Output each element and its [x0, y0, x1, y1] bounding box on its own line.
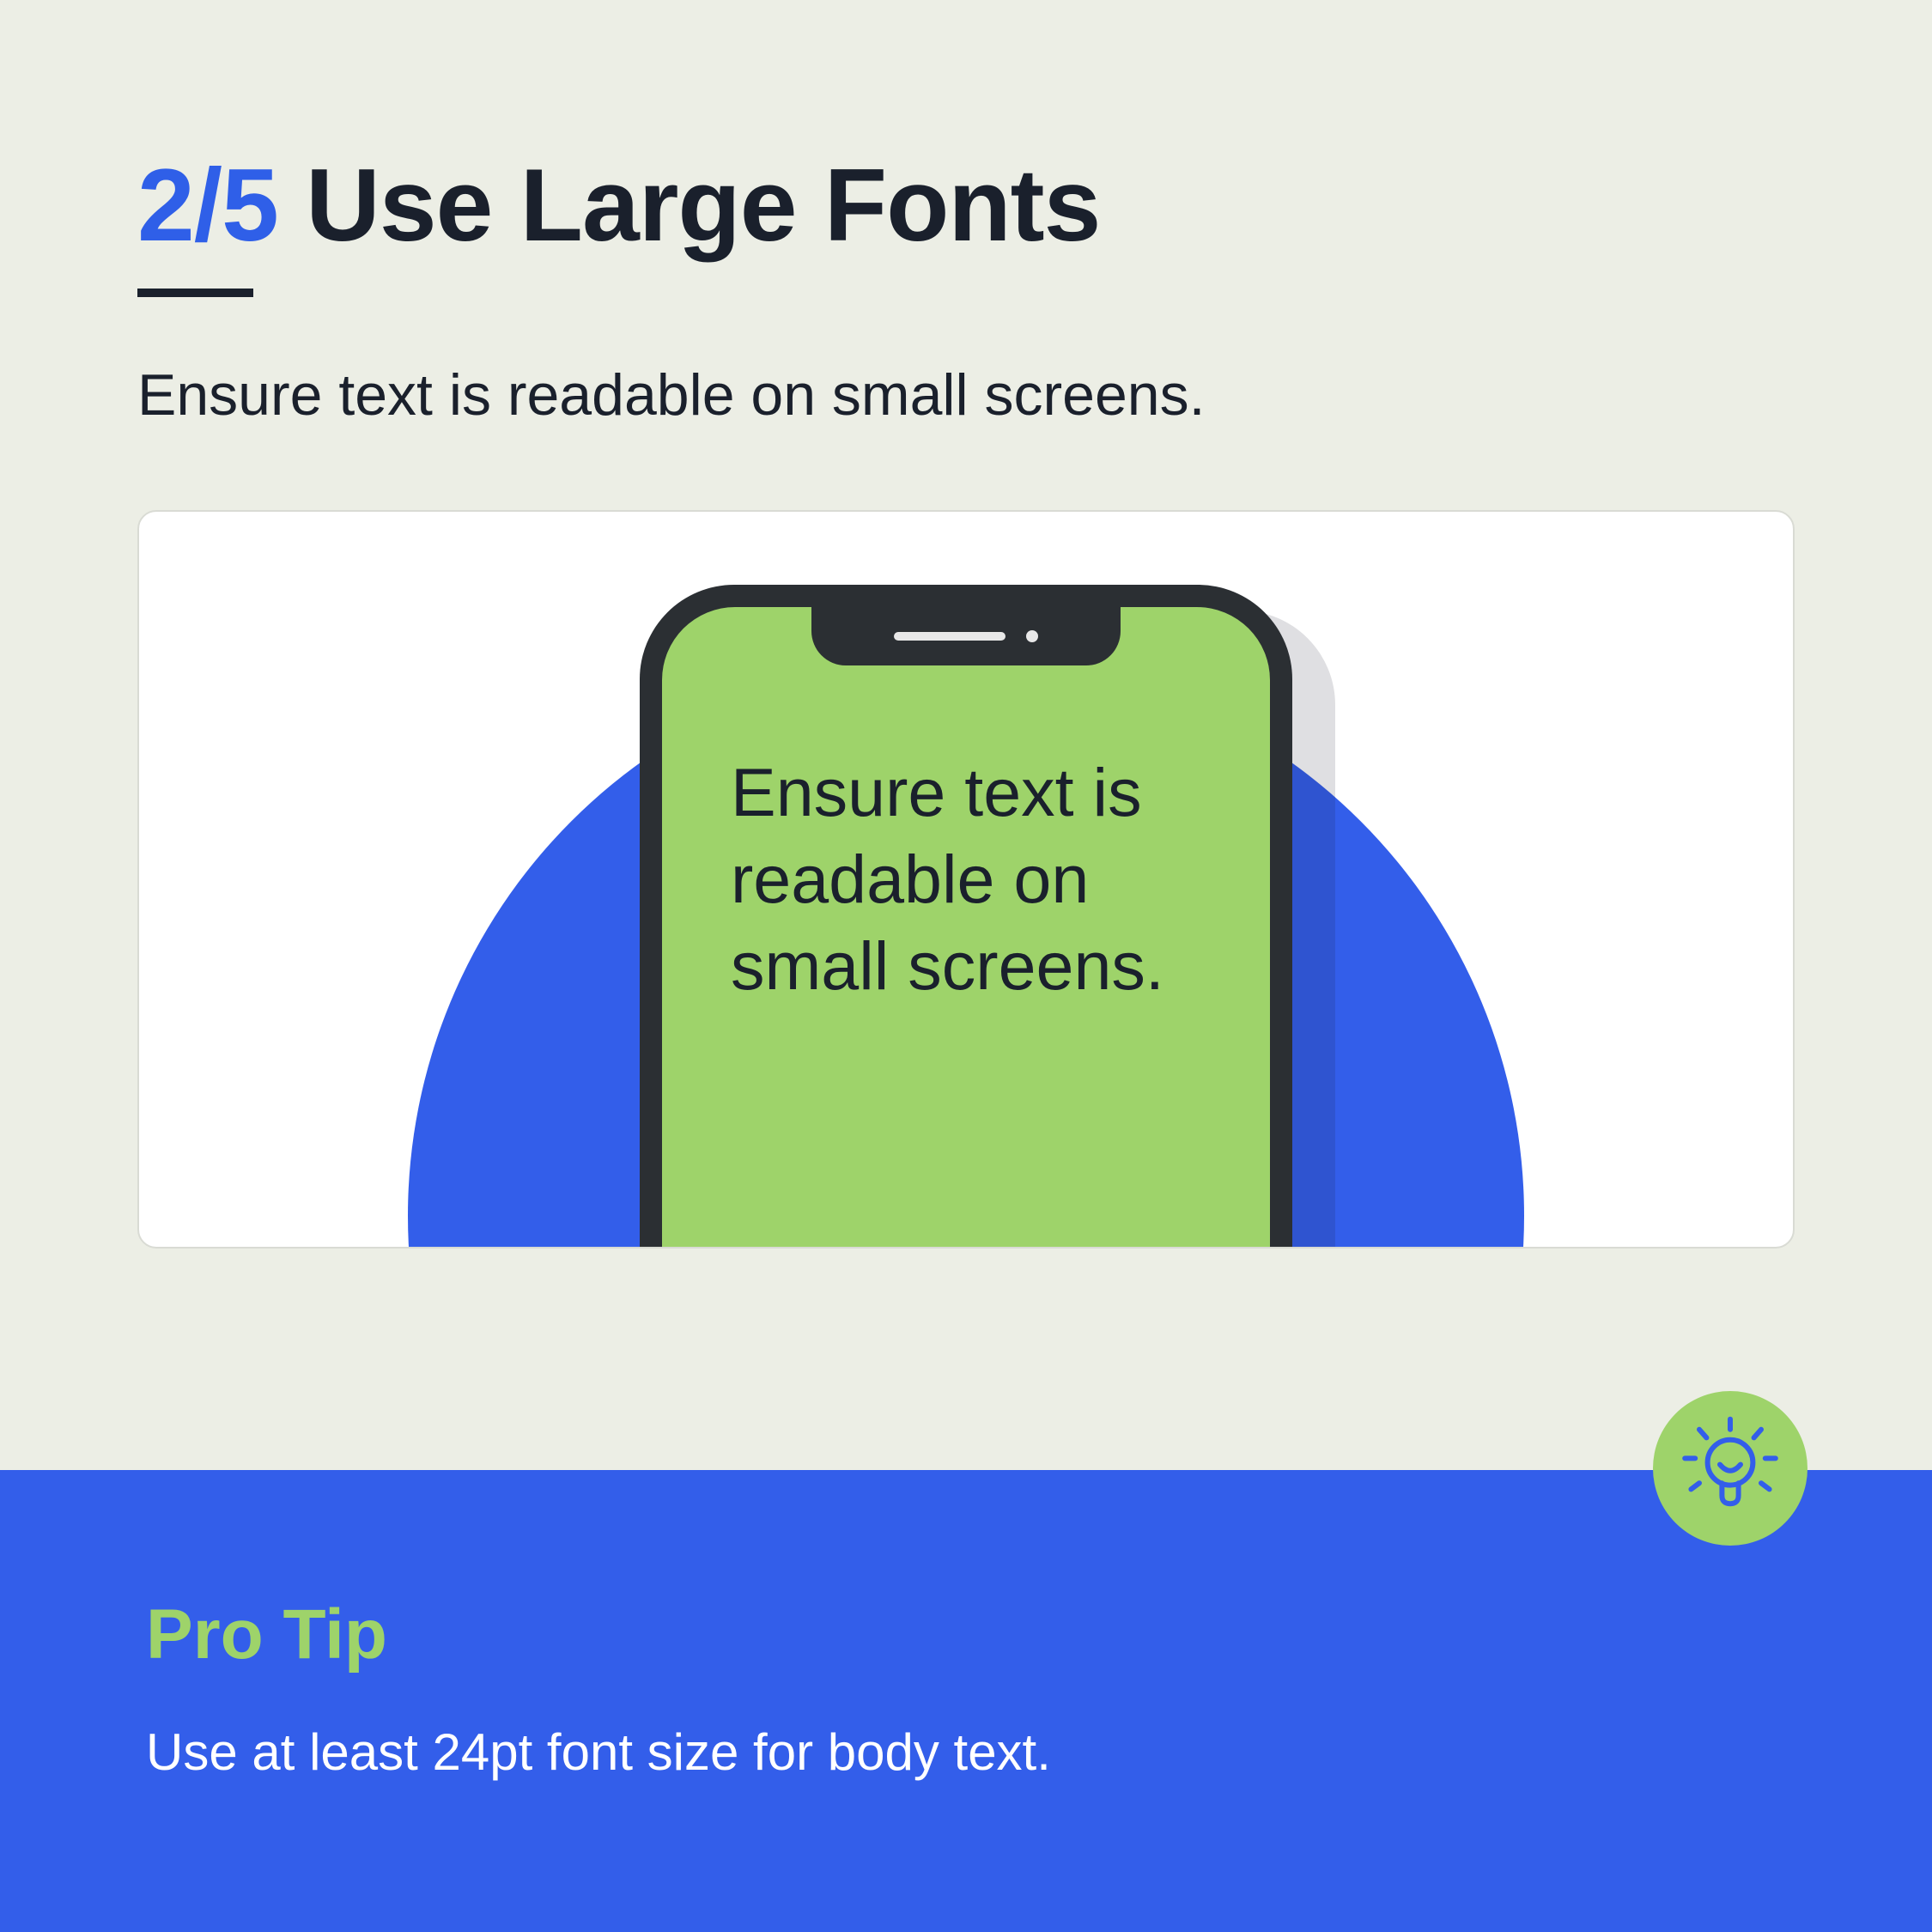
page-subtitle: Ensure text is readable on small screens…: [137, 361, 1795, 428]
pro-tip-label: Pro Tip: [146, 1595, 1786, 1675]
pro-tip-bar: Pro Tip Use at least 24pt font size for …: [0, 1470, 1932, 1932]
illustration-card: Ensure text is readable on small screens…: [137, 510, 1795, 1249]
title-text: Use Large Fonts: [306, 148, 1100, 263]
phone-frame: Ensure text is readable on small screens…: [640, 585, 1292, 1249]
phone-notch: [811, 607, 1121, 665]
phone-screen: Ensure text is readable on small screens…: [662, 607, 1270, 1249]
pro-tip-body: Use at least 24pt font size for body tex…: [146, 1722, 1786, 1782]
title-underline: [137, 289, 253, 297]
phone-sample-text: Ensure text is readable on small screens…: [731, 749, 1201, 1009]
main-content: 2/5 Use Large Fonts Ensure text is reada…: [0, 0, 1932, 1249]
camera-dot-icon: [1026, 630, 1038, 642]
step-counter: 2/5: [137, 148, 278, 263]
page-title: 2/5 Use Large Fonts: [137, 146, 1795, 264]
tip-badge: [1653, 1391, 1807, 1546]
speaker-icon: [894, 632, 1005, 641]
lightbulb-icon: [1679, 1415, 1782, 1522]
